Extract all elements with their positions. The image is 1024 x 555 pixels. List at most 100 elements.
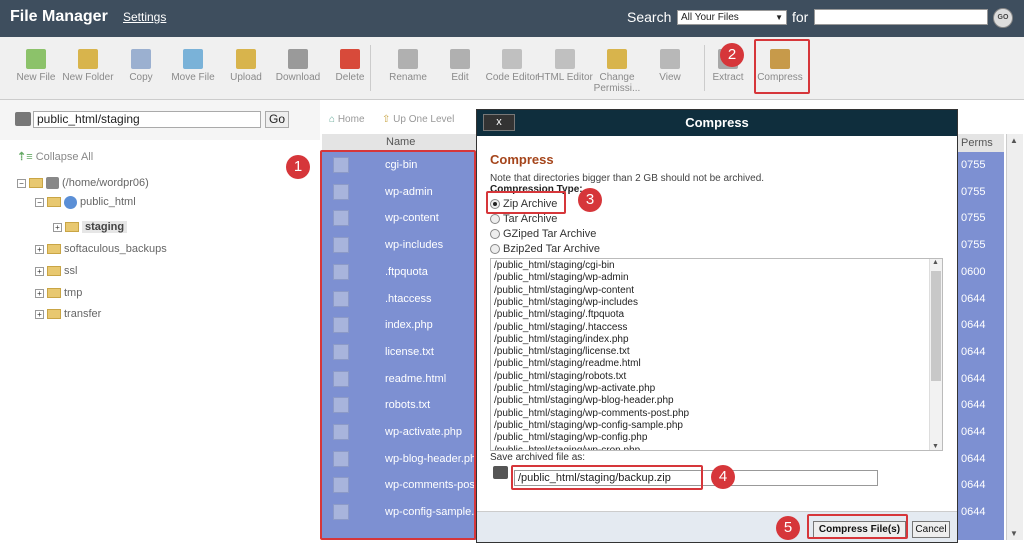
app-title: File Manager <box>10 8 108 25</box>
toolbar-code-editor-button[interactable]: Code Editor <box>484 49 540 83</box>
collapse-all-link[interactable]: ⇡≡ Collapse All <box>17 150 93 163</box>
dialog-body: Compress Note that directories bigger th… <box>477 136 957 511</box>
radio-button[interactable] <box>490 229 500 240</box>
toolbar-separator <box>370 45 371 91</box>
tree-staging[interactable]: + staging <box>53 219 128 235</box>
tree-transfer[interactable]: + transfer <box>35 306 101 322</box>
home-nav-button[interactable]: ⌂ Home <box>329 108 365 132</box>
home-icon <box>493 466 508 479</box>
file-row[interactable]: wp-comments-pos <box>322 472 476 498</box>
expand-toggle-icon: + <box>35 309 44 319</box>
files-to-compress-list[interactable]: ▲ ▼ /public_html/staging/cgi-bin/public_h… <box>490 258 943 451</box>
search-label: Search <box>627 9 672 25</box>
scroll-down-icon[interactable]: ▼ <box>1010 529 1018 538</box>
toolbar-new-file-button[interactable]: New File <box>8 49 64 83</box>
file-row[interactable]: .ftpquota <box>322 259 476 285</box>
toolbar-edit-button[interactable]: Edit <box>432 49 488 83</box>
toolbar-move-file-button[interactable]: Move File <box>165 49 221 83</box>
toolbar-html-editor-button[interactable]: HTML Editor <box>537 49 593 83</box>
folder-icon <box>29 178 43 189</box>
search-scope-select[interactable]: All Your Files ▼ <box>677 10 787 25</box>
for-label: for <box>792 9 809 25</box>
toolbar-upload-button[interactable]: Upload <box>218 49 274 83</box>
file-row[interactable]: wp-activate.php <box>322 419 476 445</box>
file-row[interactable]: wp-content <box>322 205 476 231</box>
globe-icon <box>64 195 77 209</box>
file-row[interactable]: wp-admin <box>322 179 476 205</box>
radio-button[interactable] <box>490 244 500 255</box>
save-path-input[interactable]: /public_html/staging/backup.zip <box>514 470 878 486</box>
scroll-thumb[interactable] <box>931 271 941 381</box>
radio-button[interactable] <box>490 214 500 225</box>
tree-root-label: (/home/wordpr06) <box>62 177 149 189</box>
step-badge-2: 2 <box>720 43 744 67</box>
tree-softaculous-backups[interactable]: + softaculous_backups <box>35 241 167 257</box>
list-item: /public_html/staging/wp-blog-header.php <box>494 395 674 407</box>
tree-root[interactable]: − (/home/wordpr06) <box>17 175 149 191</box>
settings-link[interactable]: Settings <box>123 10 166 24</box>
expand-toggle-icon: + <box>53 222 62 232</box>
tree-softaculous-backups-label: softaculous_backups <box>64 243 167 255</box>
scroll-up-icon[interactable]: ▲ <box>932 259 939 266</box>
compression-option-tar-archive[interactable]: Tar Archive <box>490 213 557 225</box>
toolbar-compress-button[interactable]: Compress <box>752 49 808 83</box>
file-row[interactable]: .htaccess <box>322 286 476 312</box>
toolbar-rename-button[interactable]: Rename <box>380 49 436 83</box>
file-row[interactable]: robots.txt <box>322 392 476 418</box>
compress-files-button[interactable]: Compress File(s) <box>813 521 906 538</box>
file-list-scrollbar[interactable]: ▲ ▼ <box>1006 134 1023 540</box>
dialog-close-button[interactable]: x <box>483 114 515 131</box>
toolbar-label: View <box>659 72 681 83</box>
file-row[interactable]: wp-config-sample. <box>322 499 476 525</box>
tree-tmp[interactable]: + tmp <box>35 285 82 301</box>
name-column-header[interactable]: Name <box>322 134 476 152</box>
toolbar-new-folder-button[interactable]: New Folder <box>60 49 116 83</box>
list-item: /public_html/staging/wp-cron.php <box>494 444 641 451</box>
toolbar-label: Extract <box>712 72 744 83</box>
file-row[interactable]: index.php <box>322 312 476 338</box>
list-item: /public_html/staging/index.php <box>494 333 629 345</box>
cancel-button[interactable]: Cancel <box>912 521 950 538</box>
compression-option-gziped-tar-archive[interactable]: GZiped Tar Archive <box>490 228 596 240</box>
file-row[interactable]: readme.html <box>322 366 476 392</box>
search-scope-value: All Your Files <box>681 12 739 23</box>
compression-type-label: Compression Type: <box>490 184 583 195</box>
path-input[interactable]: public_html/staging <box>33 111 261 128</box>
path-go-button[interactable]: Go <box>265 111 289 128</box>
search-go-button[interactable]: GO <box>993 8 1013 28</box>
file-row[interactable]: wp-blog-header.ph <box>322 446 476 472</box>
compression-option-label: Bzip2ed Tar Archive <box>503 243 601 255</box>
copy-icon <box>131 49 151 69</box>
list-scrollbar[interactable]: ▲ ▼ <box>929 259 942 450</box>
up-one-level-label: Up One Level <box>393 114 455 125</box>
perms-column-header[interactable]: Perms <box>958 134 1004 152</box>
file-row[interactable]: cgi-bin <box>322 152 476 178</box>
compression-option-zip-archive[interactable]: Zip Archive <box>490 198 557 210</box>
toolbar-copy-button[interactable]: Copy <box>113 49 169 83</box>
toolbar-permissions-button[interactable]: Change Permissi... <box>589 49 645 94</box>
scroll-up-icon[interactable]: ▲ <box>1010 136 1018 145</box>
tree-ssl[interactable]: + ssl <box>35 263 77 279</box>
list-item: /public_html/staging/.htaccess <box>494 321 628 333</box>
file-row[interactable]: license.txt <box>322 339 476 365</box>
radio-button[interactable] <box>490 199 500 210</box>
download-icon <box>288 49 308 69</box>
toolbar-view-button[interactable]: View <box>642 49 698 83</box>
file-perms: 0644 <box>961 452 986 465</box>
file-row[interactable]: wp-includes <box>322 232 476 258</box>
file-icon <box>333 290 349 307</box>
toolbar-label: Copy <box>129 72 153 83</box>
collapse-toggle-icon: − <box>17 178 26 188</box>
tree-public-html[interactable]: − public_html <box>35 194 136 210</box>
compression-option-bzip2ed-tar-archive[interactable]: Bzip2ed Tar Archive <box>490 243 600 255</box>
toolbar-download-button[interactable]: Download <box>270 49 326 83</box>
file-name: robots.txt <box>385 399 431 412</box>
scroll-down-icon[interactable]: ▼ <box>932 443 939 450</box>
rename-icon <box>398 49 418 69</box>
search-input[interactable] <box>814 9 988 25</box>
up-one-level-button[interactable]: ⇧ Up One Level <box>382 108 454 132</box>
file-perms: 0644 <box>961 479 986 492</box>
file-icon <box>333 450 349 467</box>
file-name: cgi-bin <box>385 159 418 171</box>
tree-ssl-label: ssl <box>64 265 78 277</box>
